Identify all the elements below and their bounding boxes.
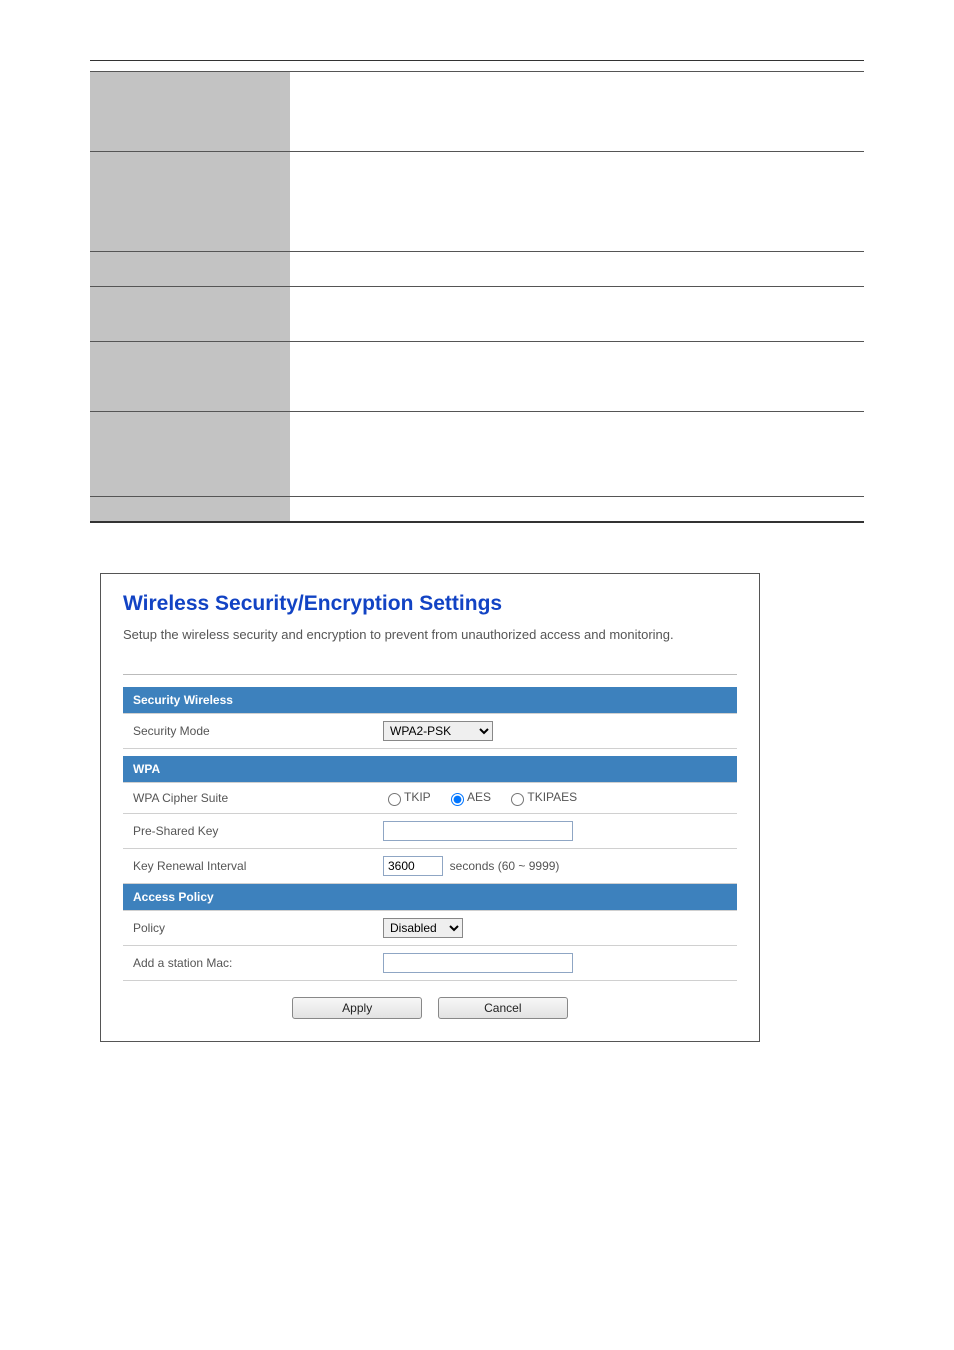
cancel-button[interactable]: Cancel: [438, 997, 568, 1019]
upper-row-5-value: [290, 342, 864, 412]
upper-row-4-label: [90, 287, 290, 342]
add-mac-label: Add a station Mac:: [123, 946, 373, 981]
page-top-rule: [90, 60, 864, 61]
upper-row-2-value: [290, 152, 864, 252]
upper-row-6-label: [90, 412, 290, 497]
upper-row-7-label: [90, 497, 290, 522]
cipher-aes-radio[interactable]: [451, 793, 464, 806]
upper-settings-table: [90, 71, 864, 523]
apply-button[interactable]: Apply: [292, 997, 422, 1019]
settings-form-table: Security Wireless Security Mode WPA2-PSK…: [123, 687, 737, 982]
key-renewal-suffix: seconds (60 ~ 9999): [450, 859, 560, 873]
cipher-tkipaes-label[interactable]: TKIPAES: [506, 790, 577, 804]
psk-label: Pre-Shared Key: [123, 814, 373, 849]
cipher-tkip-label[interactable]: TKIP: [383, 790, 431, 804]
upper-row-3-value: [290, 252, 864, 287]
upper-row-5-label: [90, 342, 290, 412]
wpa-cipher-radio-group: TKIP AES TKIPAES: [383, 790, 589, 804]
section-security-wireless: Security Wireless: [123, 687, 737, 714]
cipher-aes-text: AES: [467, 790, 491, 804]
upper-row-1-value: [290, 72, 864, 152]
cipher-aes-label[interactable]: AES: [446, 790, 491, 804]
panel-title: Wireless Security/Encryption Settings: [123, 592, 737, 616]
add-mac-input[interactable]: [383, 953, 573, 973]
key-renewal-label: Key Renewal Interval: [123, 849, 373, 884]
cipher-tkip-radio[interactable]: [388, 793, 401, 806]
upper-row-2-label: [90, 152, 290, 252]
wpa-cipher-label: WPA Cipher Suite: [123, 783, 373, 814]
upper-row-4-value: [290, 287, 864, 342]
security-mode-label: Security Mode: [123, 713, 373, 748]
security-mode-select[interactable]: WPA2-PSK: [383, 721, 493, 741]
policy-label: Policy: [123, 911, 373, 946]
wireless-security-panel: Wireless Security/Encryption Settings Se…: [100, 573, 760, 1043]
upper-row-7-value: [290, 497, 864, 522]
policy-select[interactable]: Disabled: [383, 918, 463, 938]
cipher-tkipaes-radio[interactable]: [511, 793, 524, 806]
upper-row-3-label: [90, 252, 290, 287]
upper-row-6-value: [290, 412, 864, 497]
key-renewal-input[interactable]: [383, 856, 443, 876]
section-access-policy: Access Policy: [123, 884, 737, 911]
psk-input[interactable]: [383, 821, 573, 841]
section-wpa: WPA: [123, 756, 737, 783]
upper-row-1-label: [90, 72, 290, 152]
panel-description: Setup the wireless security and encrypti…: [123, 626, 737, 644]
panel-divider: [123, 674, 737, 675]
cipher-tkip-text: TKIP: [404, 790, 431, 804]
cipher-tkipaes-text: TKIPAES: [527, 790, 577, 804]
button-row: Apply Cancel: [123, 981, 737, 1019]
